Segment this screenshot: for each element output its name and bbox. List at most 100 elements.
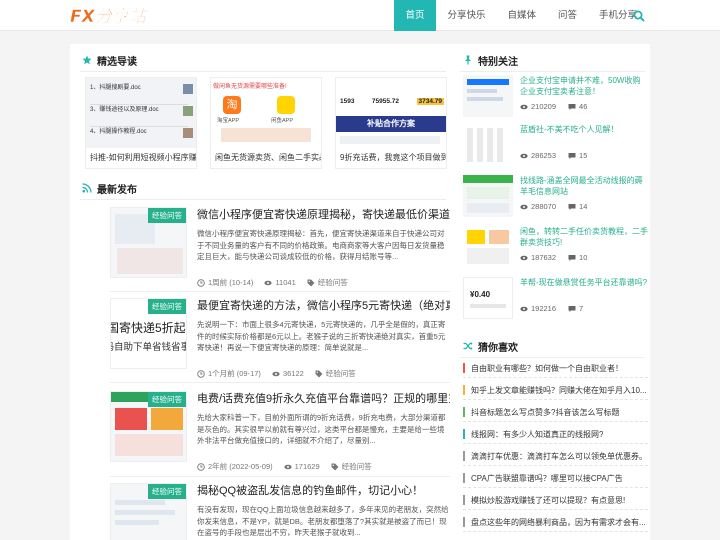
thumb-banner: 补贴合作方案	[336, 116, 446, 132]
post-title[interactable]: 微信小程序便宜寄快递原理揭秘，寄快递最低价渠道哪里	[197, 207, 450, 223]
guess-item[interactable]: 知乎上发文章能赚钱吗？同赚大佬在知乎月入10...	[463, 381, 648, 400]
guess-title[interactable]: 滴滴打车优惠：滴滴打车怎么可以领免单优惠券。	[471, 451, 647, 462]
nav-share-happy[interactable]: 分享快乐	[436, 0, 496, 31]
special-item[interactable]: 企业支付宝申请并不难，50W收购企业支付宝卖者注意！ 210209 46	[463, 75, 648, 121]
special-title[interactable]: 企业支付宝申请并不难，50W收购企业支付宝卖者注意！	[520, 75, 648, 97]
special-comments: 14	[579, 202, 588, 211]
guess-item[interactable]: 盘点这些年的网络暴利商品，因为有需求才会有...	[463, 513, 648, 532]
guess-item[interactable]: 滴滴打车优惠：滴滴打车怎么可以领免单优惠券。	[463, 447, 648, 466]
guess-title[interactable]: 知乎上发文章能赚钱吗？同赚大佬在知乎月入10...	[471, 385, 647, 396]
guess-marker	[463, 451, 465, 461]
guess-item[interactable]: 抖音标题怎么写点赞多?抖音该怎么写标题	[463, 403, 648, 422]
special-thumb	[463, 124, 513, 166]
post-category[interactable]: 经验问答	[326, 368, 356, 379]
divider	[460, 357, 645, 358]
special-item[interactable]: ¥0.40 羊帮-现在做悬赏任务平台还靠谱吗? 192216 7	[463, 277, 648, 323]
guess-title[interactable]: CPA广告联盟靠谱吗？哪里可以接CPA广告	[471, 473, 623, 484]
special-title[interactable]: 羊帮-现在做悬赏任务平台还靠谱吗?	[520, 277, 648, 299]
featured-card-3[interactable]: 1593 75955.72 3734.79 补贴合作方案 9折充话费，我竟这个项…	[335, 77, 447, 169]
post-item: 经验问答 微信小程序便宜寄快递原理揭秘，寄快递最低价渠道哪里 微信小程序便宜寄快…	[110, 207, 450, 287]
special-comments: 7	[579, 304, 584, 313]
special-thumb	[463, 175, 513, 217]
featured-thumb-1: 1、抖腿搜剧要.doc 3、赚钱途径以及原理.doc 4、抖腿操作教程.doc	[86, 78, 196, 148]
special-views: 210209	[531, 102, 557, 111]
tag-icon	[331, 463, 339, 470]
thumb-chat-line	[115, 510, 175, 515]
guess-marker	[463, 385, 465, 395]
post-thumb[interactable]: 经验问答	[110, 483, 187, 540]
post-thumb[interactable]: 经验问答	[110, 391, 187, 462]
post-title[interactable]: 电费/话费充值9折永久充值平台靠谱吗？正规的哪里充	[197, 391, 450, 407]
divider	[110, 476, 450, 477]
latest-heading-text: 最新发布	[97, 184, 137, 196]
thumb-header: 做闲鱼无货源需要哪些准备!	[213, 84, 287, 90]
guess-title[interactable]: 模拟炒股游戏赚钱了还可以提现？有点意思!	[471, 495, 625, 506]
guess-title[interactable]: 抖音标题怎么写点赞多?抖音该怎么写标题	[471, 407, 619, 418]
post-time: 1周前 (10-14)	[208, 278, 254, 287]
special-meta: 192216 7	[520, 304, 648, 313]
guess-item[interactable]: 线报网：有多少人知道真正的线报网?	[463, 425, 648, 444]
divider	[110, 382, 450, 383]
special-heading-text: 特别关注	[478, 56, 518, 68]
special-views: 187632	[531, 253, 557, 262]
post-excerpt: 有没有发现，现在QQ上面垃圾信息越来越多了，多年来见的老朋友，突然给你发来信息，…	[197, 505, 449, 537]
post-time: 1个月前 (09-17)	[208, 369, 261, 378]
special-title[interactable]: 找线路-涵盖全网最全活动线报的薅羊毛信息网站	[520, 175, 648, 197]
special-thumb: ¥0.40	[463, 277, 513, 319]
guess-item[interactable]: 模拟炒股游戏赚钱了还可以提现？有点意思!	[463, 491, 648, 510]
nav-home[interactable]: 首页	[394, 0, 437, 31]
special-item[interactable]: 蓝盾社-不美不吃个人见解！ 286253 15	[463, 124, 648, 170]
guess-title[interactable]: 自由职业有哪些？如何做一个自由职业者！	[471, 363, 623, 374]
thumb-tile	[151, 408, 183, 430]
featured-heading: 精选导读	[82, 51, 137, 69]
category-badge[interactable]: 经验问答	[148, 392, 186, 407]
main-nav: 首页 分享快乐 自媒体 问答 手机分享	[394, 0, 648, 31]
post-item: 经验问答 电费/话费充值9折永久充值平台靠谱吗？正规的哪里充 先给大家科普一下，…	[110, 391, 450, 471]
guess-marker	[463, 363, 465, 373]
special-comments: 46	[579, 102, 588, 111]
thumb-label: 淘宝APP	[217, 118, 240, 124]
avatar	[183, 84, 193, 94]
site-logo[interactable]: FX分享站	[68, 3, 152, 27]
featured-card-2[interactable]: 做闲鱼无货源需要哪些准备! 淘 淘宝APP 闲鱼APP 闲鱼无货源卖货、闲鱼二手…	[210, 77, 322, 169]
guess-title[interactable]: 线报网：有多少人知道真正的线报网?	[471, 429, 603, 440]
site-logo-text: FX分享站	[70, 7, 149, 27]
comment-icon	[568, 203, 576, 210]
nav-self-media[interactable]: 自媒体	[496, 0, 547, 31]
special-meta: 187632 10	[520, 253, 648, 262]
featured-card-1[interactable]: 1、抖腿搜剧要.doc 3、赚钱途径以及原理.doc 4、抖腿操作教程.doc …	[85, 77, 197, 169]
featured-heading-text: 精选导读	[97, 56, 137, 68]
post-title[interactable]: 揭秘QQ被盗乱发信息的钓鱼邮件，切记小心！	[197, 483, 450, 499]
post-thumb[interactable]: 经验问答	[110, 207, 187, 278]
post-views: 171629	[294, 462, 320, 471]
special-item[interactable]: 找线路-涵盖全网最全活动线报的薅羊毛信息网站 288070 14	[463, 175, 648, 221]
category-badge[interactable]: 经验问答	[148, 208, 186, 223]
post-views: 11041	[275, 278, 296, 287]
xianyu-logo	[277, 96, 295, 114]
guess-heading-text: 猜你喜欢	[478, 342, 518, 354]
guess-title[interactable]: 盘点这些年的网络暴利商品，因为有需求才会有...	[471, 517, 646, 528]
search-icon[interactable]	[633, 10, 645, 22]
special-title[interactable]: 蓝盾社-不美不吃个人见解！	[520, 124, 648, 146]
post-excerpt: 先给大家科普一下，目前外面所谓的9折充话费，9折充电费，大部分渠道都是灰色的。其…	[197, 413, 446, 445]
special-views: 286253	[531, 151, 557, 160]
category-badge[interactable]: 经验问答	[148, 299, 186, 314]
special-item[interactable]: 闲鱼，转转二手任价卖货教程，二手群卖货技巧! 187632 10	[463, 226, 648, 272]
eye-icon	[264, 280, 273, 285]
divider	[110, 291, 450, 292]
post-thumb[interactable]: 经验问答 全国寄快递5折起 扫码自助下单省钱省事	[110, 298, 187, 369]
post-category[interactable]: 经验问答	[318, 277, 348, 288]
special-comments: 10	[579, 253, 588, 262]
guess-item[interactable]: 自由职业有哪些？如何做一个自由职业者！	[463, 359, 648, 378]
special-heading: 特别关注	[463, 51, 518, 69]
post-title[interactable]: 最便宜寄快递的方法，微信小程序5元寄快递（绝对真	[197, 298, 450, 314]
eye-icon	[520, 153, 528, 158]
eye-icon	[284, 464, 292, 469]
rss-icon	[82, 183, 92, 193]
guess-item[interactable]: CPA广告联盟靠谱吗？哪里可以接CPA广告	[463, 469, 648, 488]
special-title[interactable]: 闲鱼，转转二手任价卖货教程，二手群卖货技巧!	[520, 226, 648, 248]
eye-icon	[272, 371, 280, 376]
post-category[interactable]: 经验问答	[342, 461, 372, 472]
nav-qa[interactable]: 问答	[547, 0, 588, 31]
category-badge[interactable]: 经验问答	[148, 484, 186, 499]
